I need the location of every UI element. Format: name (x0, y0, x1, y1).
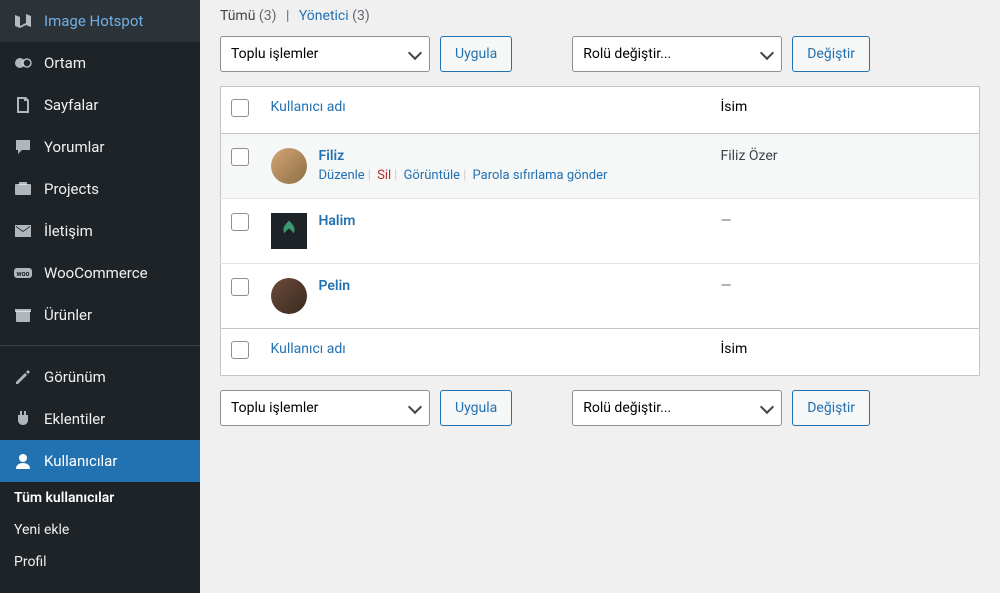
menu-label: Ortam (44, 54, 86, 72)
main-content: Tümü (3) | Yönetici (3) Toplu işlemler U… (200, 0, 1000, 593)
select-all-checkbox[interactable] (231, 99, 249, 117)
header-username[interactable]: Kullanıcı adı (261, 87, 711, 134)
menu-label: Kullanıcılar (44, 452, 117, 470)
delete-link[interactable]: Sil (377, 168, 391, 183)
table-row: Pelin — (221, 264, 980, 329)
footer-username[interactable]: Kullanıcı adı (271, 341, 346, 357)
user-display-name: — (721, 213, 732, 229)
submenu-all-users[interactable]: Tüm kullanıcılar (0, 482, 200, 514)
users-table: Kullanıcı adı İsim Filiz Düzenle| Sil| (220, 86, 980, 376)
media-icon (12, 52, 34, 74)
change-role-select[interactable]: Rolü değiştir... (572, 36, 782, 72)
products-icon (12, 304, 34, 326)
row-checkbox[interactable] (231, 213, 249, 231)
comments-icon (12, 136, 34, 158)
bulk-select-wrap: Toplu işlemler (220, 36, 430, 72)
user-display-name: Filiz Özer (721, 148, 778, 164)
header-checkbox-cell (221, 87, 261, 134)
svg-text:woo: woo (16, 270, 29, 278)
reset-password-link[interactable]: Parola sıfırlama gönder (473, 168, 608, 183)
username-link[interactable]: Pelin (319, 278, 351, 294)
username-link[interactable]: Halim (319, 213, 356, 229)
menu-label: Sayfalar (44, 96, 98, 114)
sidebar-item-comments[interactable]: Yorumlar (0, 126, 200, 168)
sidebar-item-pages[interactable]: Sayfalar (0, 84, 200, 126)
menu-label: Yorumlar (44, 138, 104, 156)
menu-label: İletişim (44, 222, 93, 240)
apply-button-bottom[interactable]: Uygula (440, 390, 512, 426)
avatar (271, 213, 307, 249)
sidebar-item-users[interactable]: Kullanıcılar (0, 440, 200, 482)
change-role-select-bottom[interactable]: Rolü değiştir... (572, 390, 782, 426)
row-checkbox[interactable] (231, 148, 249, 166)
sidebar-item-woocommerce[interactable]: woo WooCommerce (0, 252, 200, 294)
header-name: İsim (711, 87, 980, 134)
user-display-name: — (721, 278, 732, 294)
footer-name: İsim (721, 341, 748, 357)
apply-button[interactable]: Uygula (440, 36, 512, 72)
menu-label: Projects (44, 180, 99, 198)
row-checkbox[interactable] (231, 278, 249, 296)
filter-separator: | (280, 8, 295, 24)
menu-label: Ürünler (44, 306, 92, 324)
edit-link[interactable]: Düzenle (319, 168, 365, 183)
bulk-actions-select-bottom[interactable]: Toplu işlemler (220, 390, 430, 426)
bottom-controls: Toplu işlemler Uygula Rolü değiştir... D… (220, 390, 980, 426)
sidebar-item-image-hotspot[interactable]: Image Hotspot (0, 0, 200, 42)
sidebar-item-products[interactable]: Ürünler (0, 294, 200, 336)
sidebar-item-appearance[interactable]: Görünüm (0, 356, 200, 398)
change-button-bottom[interactable]: Değiştir (792, 390, 870, 426)
submenu-profile[interactable]: Profil (0, 546, 200, 578)
table-row: Filiz Düzenle| Sil| Görüntüle| Parola sı… (221, 134, 980, 199)
submenu-add-new[interactable]: Yeni ekle (0, 514, 200, 546)
table-row: Halim — (221, 199, 980, 264)
users-icon (12, 450, 34, 472)
avatar (271, 148, 307, 184)
select-all-checkbox-bottom[interactable] (231, 341, 249, 359)
top-controls: Toplu işlemler Uygula Rolü değiştir... D… (220, 36, 980, 72)
avatar (271, 278, 307, 314)
projects-icon (12, 178, 34, 200)
appearance-icon (12, 366, 34, 388)
bulk-actions-select[interactable]: Toplu işlemler (220, 36, 430, 72)
admin-sidebar: Image Hotspot Ortam Sayfalar Yorumlar Pr… (0, 0, 200, 593)
sidebar-item-projects[interactable]: Projects (0, 168, 200, 210)
map-marker-icon (12, 10, 34, 32)
role-select-wrap-bottom: Rolü değiştir... (572, 390, 782, 426)
filter-all-label: Tümü (220, 8, 255, 24)
pages-icon (12, 94, 34, 116)
sidebar-item-contact[interactable]: İletişim (0, 210, 200, 252)
sidebar-item-plugins[interactable]: Eklentiler (0, 398, 200, 440)
sidebar-item-media[interactable]: Ortam (0, 42, 200, 84)
menu-separator (0, 336, 200, 346)
menu-label: Eklentiler (44, 410, 105, 428)
view-link[interactable]: Görüntüle (404, 168, 461, 183)
role-select-wrap: Rolü değiştir... (572, 36, 782, 72)
change-button[interactable]: Değiştir (792, 36, 870, 72)
bulk-select-wrap-bottom: Toplu işlemler (220, 390, 430, 426)
menu-label: Image Hotspot (44, 12, 143, 30)
menu-label: WooCommerce (44, 264, 148, 282)
filter-all-count: (3) (259, 8, 277, 24)
filter-bar: Tümü (3) | Yönetici (3) (220, 0, 980, 36)
mail-icon (12, 220, 34, 242)
username-link[interactable]: Filiz (319, 148, 345, 164)
plugins-icon (12, 408, 34, 430)
menu-label: Görünüm (44, 368, 106, 386)
woo-icon: woo (12, 262, 34, 284)
row-actions: Düzenle| Sil| Görüntüle| Parola sıfırlam… (319, 168, 608, 183)
filter-admin-link[interactable]: Yönetici (3) (299, 8, 370, 24)
